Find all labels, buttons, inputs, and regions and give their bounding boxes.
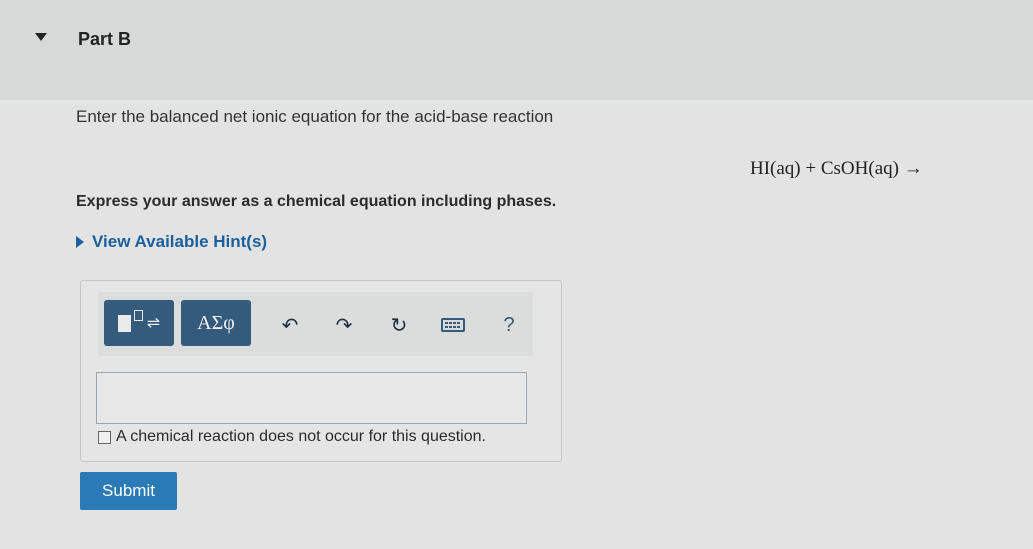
equilibrium-arrows-icon: ⇌ [146, 315, 161, 332]
no-reaction-option[interactable]: A chemical reaction does not occur for t… [98, 428, 486, 446]
collapse-triangle-icon[interactable] [35, 33, 47, 41]
help-icon[interactable]: ? [496, 312, 522, 338]
hint-arrow-icon [76, 236, 84, 248]
no-reaction-checkbox[interactable] [98, 430, 111, 444]
part-title: Part B [78, 29, 132, 49]
templates-button[interactable]: ⇌ [104, 300, 174, 346]
redo-icon[interactable]: ↷ [331, 312, 357, 338]
answer-input[interactable] [96, 372, 527, 424]
header-band [0, 0, 1033, 100]
answer-instructions: Express your answer as a chemical equati… [76, 193, 557, 210]
no-reaction-label: A chemical reaction does not occur for t… [116, 428, 486, 445]
keyboard-icon [441, 318, 465, 332]
keyboard-button[interactable] [440, 312, 466, 338]
submit-button[interactable]: Submit [80, 472, 177, 510]
reset-icon[interactable]: ↻ [386, 312, 412, 338]
hints-label: View Available Hint(s) [92, 232, 268, 251]
question-prompt: Enter the balanced net ionic equation fo… [76, 107, 554, 126]
reaction-equation: HI(aq) + CsOH(aq) → [750, 158, 923, 179]
templates-icon [117, 314, 131, 332]
undo-icon[interactable]: ↶ [277, 312, 303, 338]
view-hints-link[interactable]: View Available Hint(s) [76, 232, 267, 252]
symbols-button[interactable]: ΑΣφ [181, 300, 251, 346]
